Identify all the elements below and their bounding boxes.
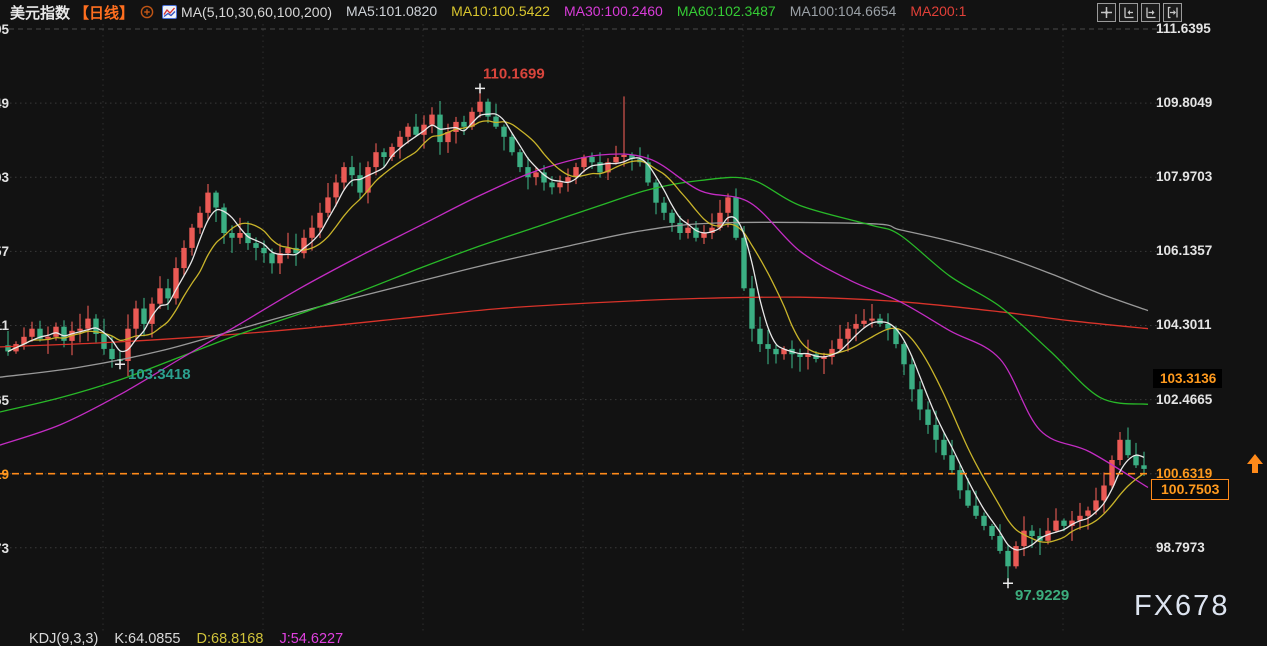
chart-header: 美元指数 【日线】 MA(5,10,30,60,100,200) MA5:101…	[0, 0, 1267, 24]
y-axis-label: 109.8049	[1156, 95, 1213, 111]
crosshair-icon[interactable]	[1097, 3, 1116, 22]
svg-text:110.1699: 110.1699	[483, 65, 545, 82]
y-axis-label: 107.9703	[1156, 169, 1213, 185]
left-axis-label-fragment: 104.3011	[0, 318, 9, 334]
trading-chart-window: 110.1699 103.3418 97.9229 美元指数 【日线】 MA(5,1…	[0, 0, 1267, 646]
ma-value: MA30:100.2460	[563, 3, 663, 19]
scale-axis-right-icon[interactable]	[1141, 3, 1160, 22]
ma-value: MA10:100.5422	[451, 3, 550, 19]
kdj-k-value: K:64.0855	[114, 631, 181, 646]
right-axis-badge: 103.3136	[1153, 369, 1223, 389]
pan-to-latest-icon[interactable]	[1163, 3, 1182, 22]
y-axis-label: 106.1357	[1156, 243, 1213, 259]
symbol-title: 美元指数	[10, 4, 71, 22]
scale-axis-left-icon[interactable]	[1119, 3, 1138, 22]
kdj-j-value: J:54.6227	[279, 631, 344, 646]
indicator-footer[interactable]: KDJ(9,3,3) K:64.0855 D:68.8168 J:54.6227	[29, 631, 355, 646]
y-axis-label: 104.3011	[1156, 317, 1212, 333]
left-axis-label-fragment: 100.6319	[0, 466, 9, 482]
svg-text:97.9229: 97.9229	[1015, 587, 1069, 604]
y-axis-label: 102.4665	[1156, 391, 1213, 407]
ma-value: MA5:101.0820	[346, 3, 438, 19]
ma-values: MA5:101.0820 MA10:100.5422 MA30:100.2460 MA…	[332, 3, 966, 21]
ma-value: MA100:104.6654	[789, 3, 897, 19]
left-axis-label-fragment: 106.1357	[0, 244, 9, 260]
kdj-params-label: KDJ(9,3,3)	[29, 631, 99, 646]
price-chart-canvas[interactable]: 110.1699 103.3418 97.9229	[0, 0, 1267, 646]
add-indicator-icon[interactable]	[140, 5, 154, 19]
left-axis-label-fragment: 111.6395	[0, 22, 9, 37]
kdj-d-value: D:68.8168	[196, 631, 264, 646]
interval-label[interactable]: 【日线】	[74, 2, 134, 23]
chart-type-icon[interactable]	[162, 5, 178, 19]
jump-to-latest-arrow[interactable]	[1246, 453, 1266, 478]
svg-text:103.3418: 103.3418	[128, 366, 191, 383]
chart-toolbar	[1097, 3, 1182, 22]
y-axis-label: 98.7973	[1156, 539, 1205, 555]
left-axis-label-fragment: 109.8049	[0, 96, 9, 112]
left-axis-label-fragment: 98.7973	[0, 540, 9, 556]
left-axis-label-fragment: 102.4665	[0, 392, 9, 408]
ma-value: MA200:1	[910, 3, 967, 19]
left-axis-label-fragment: 107.9703	[0, 170, 9, 186]
ma-value: MA60:102.3487	[676, 3, 776, 19]
last-price-box: 100.7503	[1151, 478, 1230, 500]
watermark: FX678	[1134, 590, 1230, 622]
y-axis-label: 111.6395	[1156, 21, 1211, 36]
ma-group-label: MA(5,10,30,60,100,200)	[181, 4, 333, 20]
